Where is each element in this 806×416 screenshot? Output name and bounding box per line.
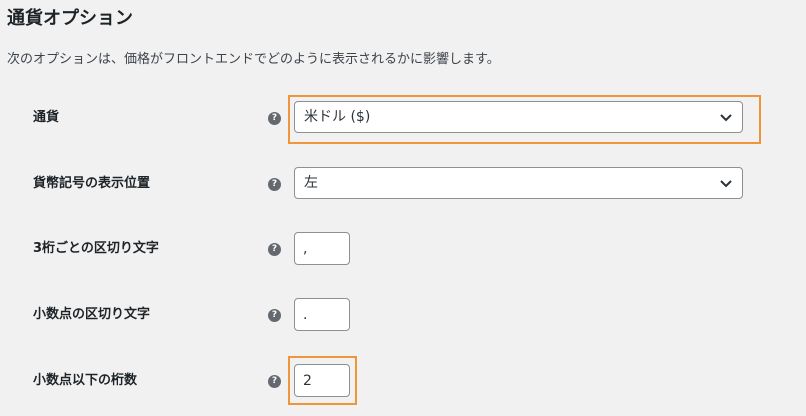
currency-position-label: 貨幣記号の表示位置 xyxy=(33,176,151,191)
currency-position-select-value: 左 xyxy=(304,175,318,191)
decimal-separator-value: . xyxy=(303,307,308,323)
section-description: 次のオプションは、価格がフロントエンドでどのように表示されるかに影響します。 xyxy=(7,52,500,67)
thousand-separator-value: , xyxy=(303,241,308,257)
thousand-separator-input[interactable]: , xyxy=(294,232,350,265)
number-of-decimals-value: 2 xyxy=(303,373,312,389)
currency-select[interactable]: 米ドル ($) xyxy=(294,101,743,133)
decimal-separator-input[interactable]: . xyxy=(294,298,350,331)
thousand-separator-label: 3桁ごとの区切り文字 xyxy=(33,241,159,256)
chevron-down-icon xyxy=(720,180,732,188)
help-icon[interactable]: ? xyxy=(268,309,281,322)
help-icon[interactable]: ? xyxy=(268,375,281,388)
help-icon[interactable]: ? xyxy=(268,243,281,256)
number-of-decimals-input[interactable]: 2 xyxy=(294,364,350,397)
number-of-decimals-label: 小数点以下の桁数 xyxy=(33,373,138,388)
currency-position-select[interactable]: 左 xyxy=(294,167,743,199)
currency-label: 通貨 xyxy=(33,110,60,125)
chevron-down-icon xyxy=(720,114,732,122)
help-icon[interactable]: ? xyxy=(268,178,281,191)
help-icon[interactable]: ? xyxy=(268,112,281,125)
currency-select-value: 米ドル ($) xyxy=(304,109,371,125)
decimal-separator-label: 小数点の区切り文字 xyxy=(33,307,151,322)
section-title: 通貨オプション xyxy=(7,8,133,29)
